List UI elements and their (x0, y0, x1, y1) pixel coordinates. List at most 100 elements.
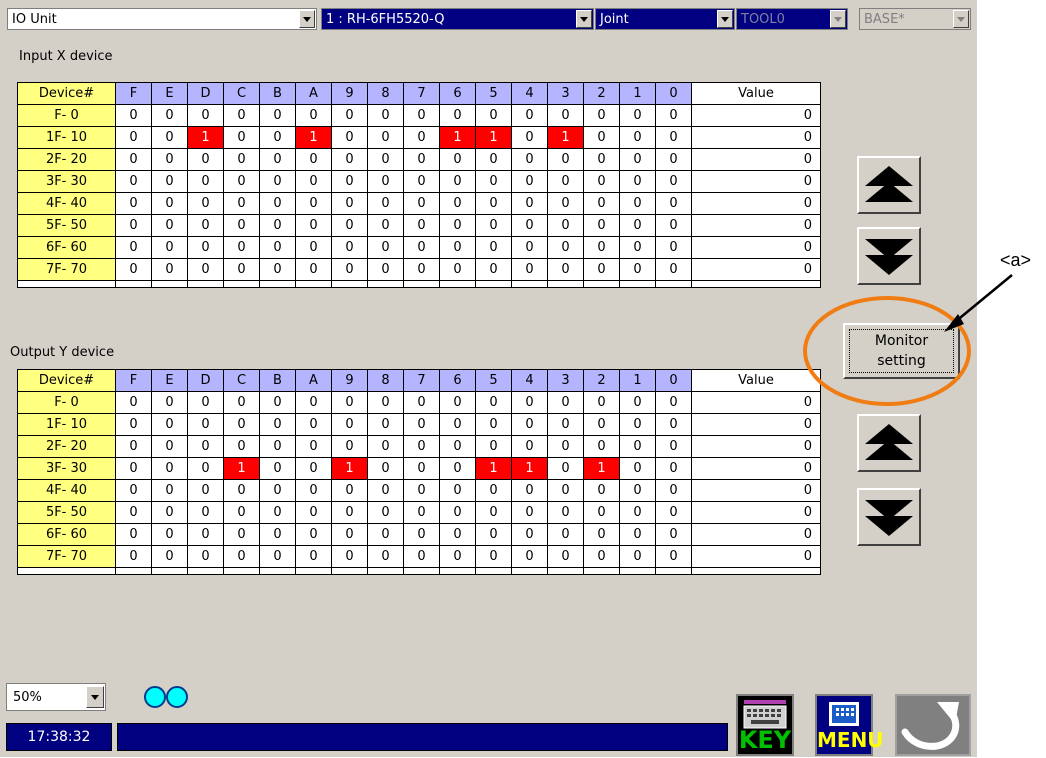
value-column-header: Value (691, 82, 821, 105)
bit-cell: 0 (439, 479, 476, 502)
bit-cell: 0 (367, 523, 404, 546)
device-address: 6F- 60 (17, 236, 116, 259)
chevron-down-icon[interactable] (717, 10, 733, 28)
back-button[interactable] (895, 694, 971, 756)
bit-cell: 0 (367, 391, 404, 414)
bit-cell: 0 (259, 236, 296, 259)
table-row: F- 000000000000000000 (17, 391, 821, 414)
bit-cell: 0 (223, 170, 260, 193)
bit-cell: 0 (115, 523, 152, 546)
bit-cell: 0 (547, 148, 584, 171)
bit-cell: 0 (367, 545, 404, 568)
key-button[interactable]: KEY (736, 694, 794, 756)
bit-cell: 0 (511, 413, 548, 436)
chevron-down-icon[interactable] (953, 10, 969, 28)
bit-cell: 0 (403, 413, 440, 436)
bit-cell: 0 (223, 391, 260, 414)
output-device-table: Device# F E D C B A 9 8 7 6 5 4 3 2 1 0 Value F- 000000000… (17, 369, 821, 575)
bit-cell: 0 (223, 479, 260, 502)
tool-select[interactable]: TOOL0 (736, 8, 848, 30)
bit-cell: 0 (259, 170, 296, 193)
chevron-down-icon[interactable] (299, 10, 315, 28)
bit-cell: 0 (403, 501, 440, 524)
bit-cell: 0 (547, 545, 584, 568)
bit-cell: 0 (223, 214, 260, 237)
bit-cell: 0 (655, 148, 692, 171)
bit-cell: 0 (583, 435, 620, 458)
table-row: 2F- 20 0 0 0 0 0 0 0 0 0 0 0 0 0 0 0 0 0 (17, 148, 821, 171)
device-address: 7F- 70 (17, 545, 116, 568)
bit-cell: 0 (655, 214, 692, 237)
key-button-label: KEY (738, 726, 792, 754)
robot-select[interactable]: 1 : RH-6FH5520-Q (321, 8, 594, 30)
bit-cell: 0 (547, 170, 584, 193)
bit-column-header: 4 (511, 369, 548, 392)
bit-cell: 0 (475, 545, 512, 568)
bit-cell: 0 (151, 214, 188, 237)
unit-select[interactable]: IO Unit (7, 8, 317, 30)
bit-cell: 0 (547, 104, 584, 127)
bit-column-header: A (295, 369, 332, 392)
bit-cell: 0 (655, 435, 692, 458)
monitor-setting-button[interactable]: Monitor setting (843, 323, 960, 379)
device-address: 7F- 70 (17, 258, 116, 281)
bit-cell: 0 (115, 413, 152, 436)
output-page-up-button[interactable] (857, 414, 921, 472)
base-select[interactable]: BASE* (859, 8, 971, 30)
bit-cell: 0 (115, 214, 152, 237)
bit-cell: 0 (331, 170, 368, 193)
bit-cell: 0 (295, 413, 332, 436)
bit-column-header: 6 (439, 369, 476, 392)
bit-cell: 0 (475, 435, 512, 458)
bit-cell: 0 (547, 479, 584, 502)
bit-cell: 0 (295, 435, 332, 458)
value-cell: 0 (691, 148, 821, 171)
bit-cell: 0 (295, 170, 332, 193)
bit-cell: 0 (223, 435, 260, 458)
chevron-down-icon[interactable] (576, 10, 592, 28)
value-cell: 0 (691, 435, 821, 458)
bit-cell: 0 (187, 479, 224, 502)
bit-cell: 0 (115, 501, 152, 524)
bit-cell: 0 (403, 391, 440, 414)
bit-cell: 0 (619, 104, 656, 127)
bit-cell: 0 (403, 435, 440, 458)
chevron-down-icon[interactable] (830, 10, 846, 28)
bit-cell: 0 (151, 523, 188, 546)
bit-cell: 1 (511, 457, 548, 480)
menu-button[interactable]: MENU (815, 694, 884, 756)
bit-cell: 1 (295, 126, 332, 149)
bit-column-header: 8 (367, 369, 404, 392)
page-up-icon (865, 424, 913, 460)
device-address: 3F- 30 (17, 457, 116, 480)
bit-cell: 0 (619, 501, 656, 524)
bit-cell: 0 (403, 192, 440, 215)
value-cell: 0 (691, 258, 821, 281)
input-page-down-button[interactable] (857, 227, 921, 285)
bit-cell: 0 (547, 192, 584, 215)
bit-cell: 0 (115, 104, 152, 127)
bit-cell: 0 (331, 104, 368, 127)
bit-cell: 0 (475, 236, 512, 259)
bit-cell: 0 (259, 391, 296, 414)
input-page-up-button[interactable] (857, 156, 921, 214)
device-column-header: Device# (17, 369, 116, 392)
bit-cell: 0 (439, 391, 476, 414)
bit-cell: 0 (655, 104, 692, 127)
chevron-down-icon[interactable] (86, 686, 104, 708)
bit-cell: 0 (331, 126, 368, 149)
bit-cell: 0 (187, 523, 224, 546)
device-address: 4F- 40 (17, 479, 116, 502)
output-page-down-button[interactable] (857, 488, 921, 546)
bit-cell: 0 (259, 457, 296, 480)
bit-cell: 0 (223, 413, 260, 436)
mode-select[interactable]: Joint (595, 8, 735, 30)
zoom-select[interactable]: 50% (6, 683, 106, 711)
bit-cell: 0 (295, 391, 332, 414)
bit-cell: 0 (511, 148, 548, 171)
device-address: 4F- 40 (17, 192, 116, 215)
bit-cell: 0 (475, 258, 512, 281)
bit-cell: 0 (403, 236, 440, 259)
bit-cell: 0 (475, 523, 512, 546)
table-row: 6F- 60 0 0 0 0 0 0 0 0 0 0 0 0 0 0 0 0 0 (17, 523, 821, 546)
